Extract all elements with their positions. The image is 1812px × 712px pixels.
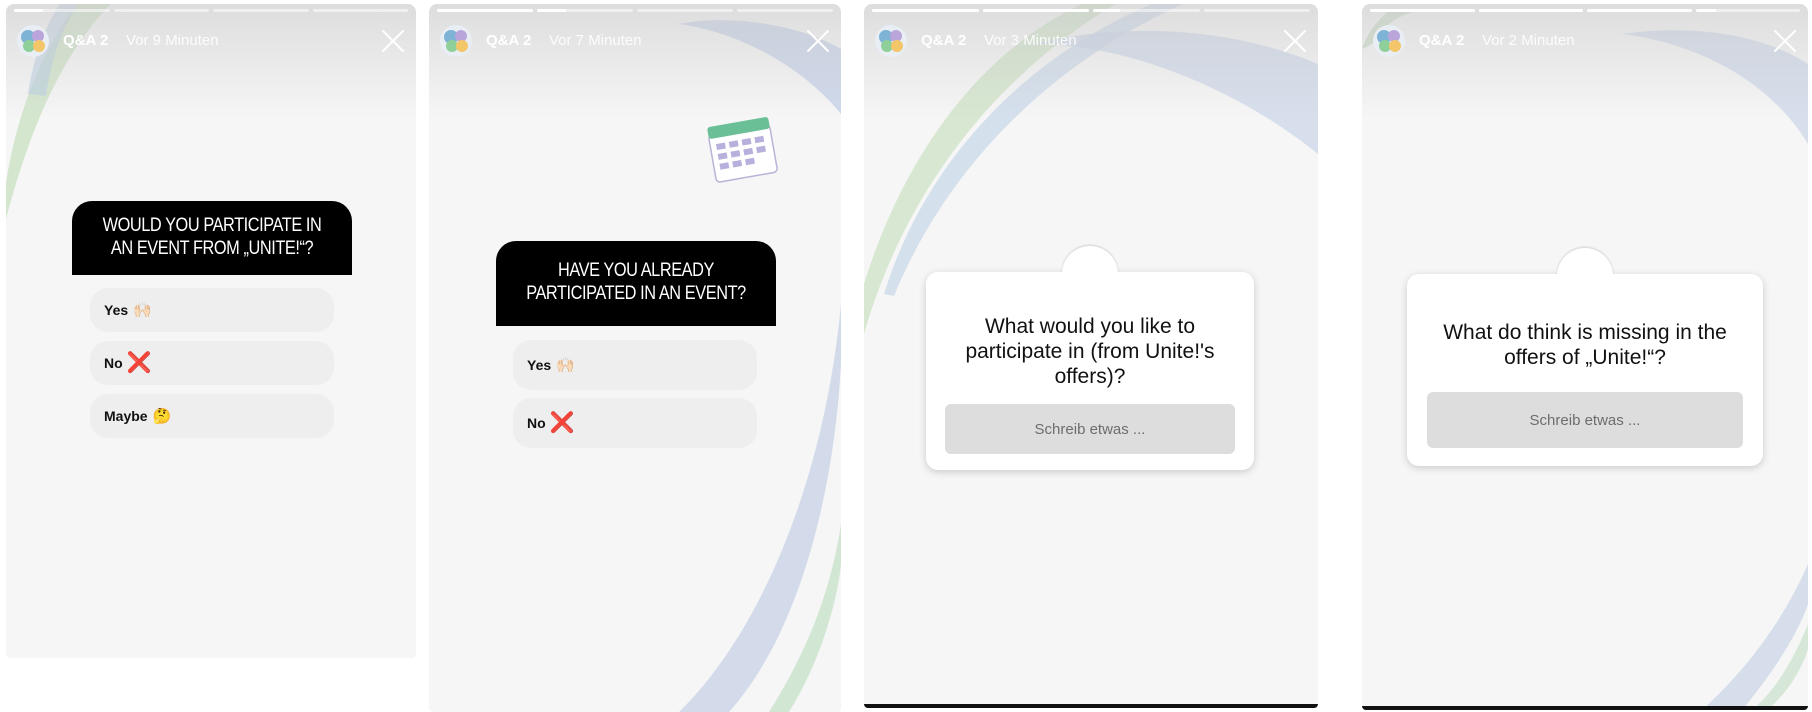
progress-segment [872,9,979,12]
account-avatar-icon[interactable] [874,24,908,58]
close-icon[interactable] [805,28,831,54]
question-sticker: What do think is missing in the offers o… [1407,248,1763,466]
story-progress-bar [872,9,1310,12]
account-avatar-icon[interactable] [439,24,473,58]
question-sticker: What would you like to participate in (f… [926,246,1254,470]
account-name[interactable]: Q&A 2 [921,32,966,49]
thinking-face-icon: 🤔 [152,408,172,425]
poll-option-no[interactable]: No ❌ [90,341,334,385]
panel-bottom-edge [864,704,1318,708]
panel-bottom-edge [1362,706,1808,710]
post-time: Vor 7 Minuten [549,32,642,49]
close-icon[interactable] [1282,28,1308,54]
close-icon[interactable] [380,28,406,54]
progress-segment [1203,9,1310,12]
progress-segment [1478,9,1583,12]
answer-input[interactable]: Schreib etwas ... [945,404,1235,454]
post-time: Vor 3 Minuten [984,32,1077,49]
progress-segment [737,9,833,12]
progress-segment [1587,9,1692,12]
progress-segment [537,9,633,12]
header-shade [1362,4,1808,119]
progress-segment [437,9,533,12]
account-name[interactable]: Q&A 2 [486,32,531,49]
story-header: Q&A 2 Vor 9 Minuten [16,24,406,58]
post-time: Vor 2 Minuten [1482,32,1575,49]
progress-segment [1370,9,1475,12]
header-shade [6,4,416,119]
cross-mark-icon: ❌ [126,352,152,374]
story-panel-4[interactable]: Q&A 2 Vor 2 Minuten What do think is mis… [1362,4,1808,710]
raising-hands-icon: 🙌🏻 [133,302,152,319]
post-time: Vor 9 Minuten [126,32,219,49]
poll-question: WOULD YOU PARTICIPATE IN AN EVENT FROM „… [72,201,352,275]
progress-segment [982,9,1089,12]
poll-question: HAVE YOU ALREADY PARTICIPATED IN AN EVEN… [496,241,776,326]
header-shade [429,4,841,119]
story-panel-1[interactable]: Q&A 2 Vor 9 Minuten WOULD YOU PARTICIPAT… [6,4,416,658]
story-progress-bar [1370,9,1800,12]
poll-option-yes[interactable]: Yes 🙌🏻 [90,288,334,332]
story-header: Q&A 2 Vor 7 Minuten [439,24,831,58]
account-name[interactable]: Q&A 2 [1419,32,1464,49]
poll-option-yes[interactable]: Yes 🙌🏻 [513,340,757,390]
account-name[interactable]: Q&A 2 [63,32,108,49]
poll-option-no[interactable]: No ❌ [513,398,757,448]
calendar-sticker-icon [707,117,778,183]
story-header: Q&A 2 Vor 2 Minuten [1372,24,1798,58]
progress-segment [113,9,209,12]
progress-segment [637,9,733,12]
header-shade [864,4,1318,119]
story-panel-3[interactable]: Q&A 2 Vor 3 Minuten What would you like … [864,4,1318,708]
raising-hands-icon: 🙌🏻 [556,357,575,374]
story-panel-2[interactable]: Q&A 2 Vor 7 Minuten HAVE YOU ALREADY PAR… [429,4,841,712]
question-text: What would you like to participate in (f… [965,315,1215,388]
question-text: What do think is missing in the offers o… [1443,321,1727,369]
story-progress-bar [437,9,833,12]
account-avatar-icon[interactable] [1372,24,1406,58]
close-icon[interactable] [1772,28,1798,54]
progress-segment [213,9,309,12]
story-progress-bar [14,9,408,12]
account-avatar-icon[interactable] [16,24,50,58]
answer-input[interactable]: Schreib etwas ... [1427,392,1743,448]
progress-segment [1695,9,1800,12]
poll-option-maybe[interactable]: Maybe 🤔 [90,394,334,438]
progress-segment [14,9,110,12]
progress-segment [312,9,408,12]
story-header: Q&A 2 Vor 3 Minuten [874,24,1308,58]
cross-mark-icon: ❌ [549,412,575,434]
progress-segment [1093,9,1200,12]
